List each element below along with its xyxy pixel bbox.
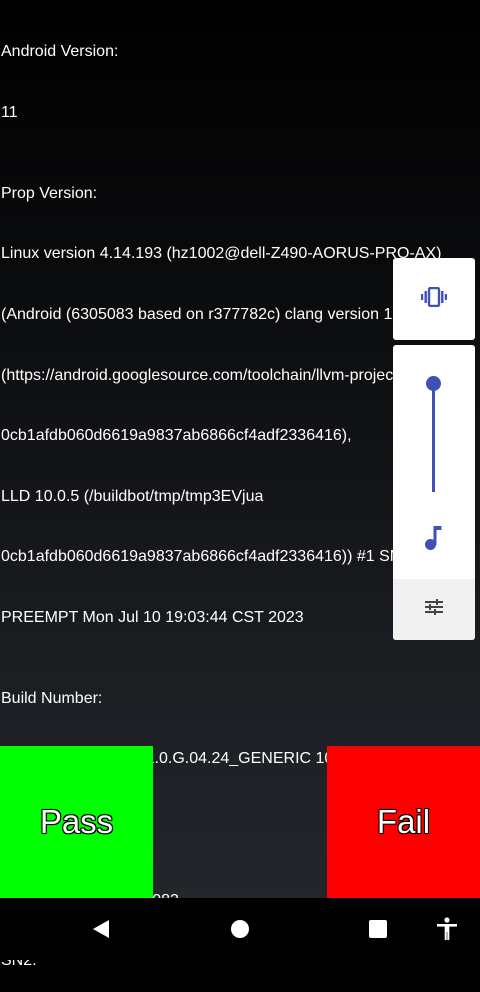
ringer-mode-button[interactable] <box>393 258 475 340</box>
back-icon[interactable] <box>86 914 116 944</box>
volume-settings-button[interactable] <box>393 579 475 640</box>
recents-icon[interactable] <box>363 914 393 944</box>
accessibility-icon[interactable] <box>432 914 462 944</box>
home-icon[interactable] <box>225 914 255 944</box>
volume-panel <box>393 345 475 640</box>
tune-icon <box>425 599 443 620</box>
volume-slider-track[interactable] <box>432 382 435 492</box>
volume-slider-thumb[interactable] <box>426 376 441 391</box>
build-number-label: Build Number: <box>1 689 103 707</box>
android-version-value: 11 <box>1 104 18 121</box>
fail-button[interactable]: Fail <box>327 746 480 898</box>
android-version-label: Android Version: <box>1 43 119 61</box>
prop-version-label: Prop Version: <box>1 184 98 202</box>
navigation-bar <box>0 898 480 960</box>
vibrate-icon <box>421 286 447 312</box>
music-note-icon[interactable] <box>422 525 446 556</box>
pass-button[interactable]: Pass <box>0 746 153 898</box>
